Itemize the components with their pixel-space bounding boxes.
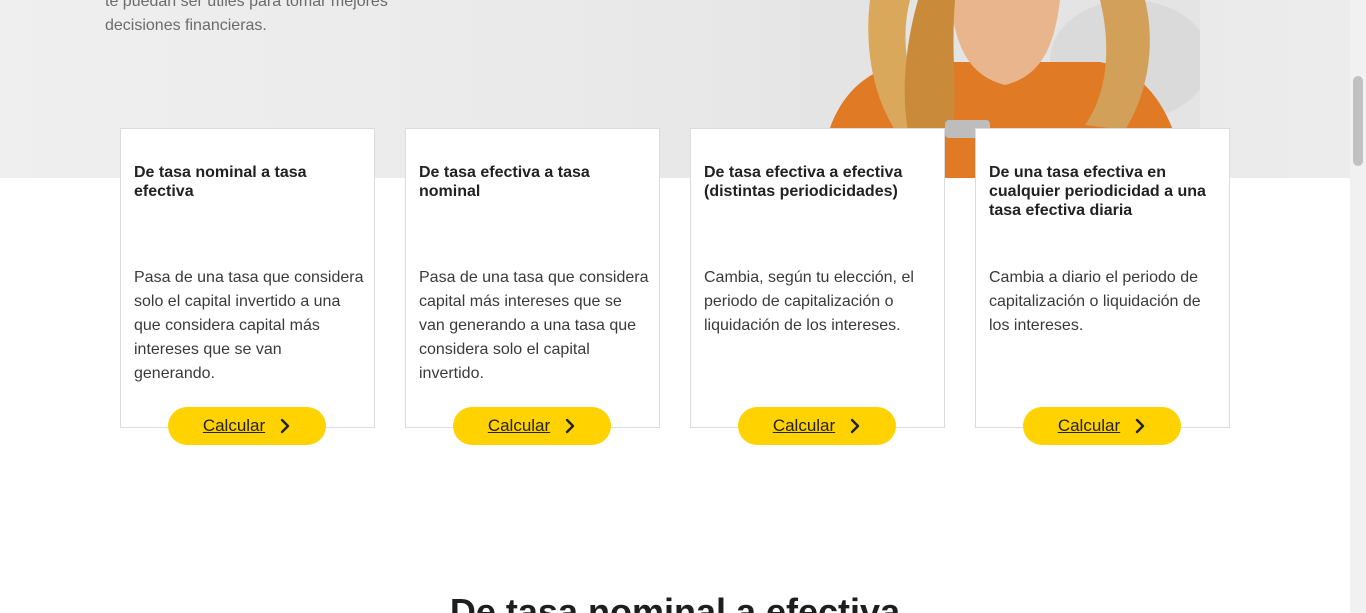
scrollbar-thumb[interactable] — [1353, 76, 1363, 166]
card-effective-to-effective: De tasa efectiva a efectiva (distintas p… — [690, 128, 945, 428]
chevron-right-icon — [850, 418, 860, 434]
card-nominal-to-effective: De tasa nominal a tasa efectiva Pasa de … — [120, 128, 375, 428]
calculate-button-label: Calcular — [1057, 416, 1121, 435]
page-scrollbar[interactable] — [1350, 0, 1366, 613]
card-effective-to-nominal: De tasa efectiva a tasa nominal Pasa de … — [405, 128, 660, 428]
chevron-right-icon — [1135, 418, 1145, 434]
calculator-cards: De tasa nominal a tasa efectiva Pasa de … — [120, 128, 1230, 448]
chevron-right-icon — [280, 418, 290, 434]
section-title: De tasa nominal a efectiva — [449, 591, 901, 613]
card-title: De tasa efectiva a efectiva (distintas p… — [704, 164, 903, 200]
calculate-button[interactable]: Calcular — [168, 407, 326, 445]
card-description: Cambia a diario el periodo de capitaliza… — [989, 269, 1201, 334]
calculate-button-label: Calcular — [772, 416, 836, 435]
card-effective-to-daily: De una tasa efectiva en cualquier period… — [975, 128, 1230, 428]
calculate-button-label: Calcular — [202, 416, 266, 435]
card-description: Pasa de una tasa que considera solo el c… — [134, 269, 364, 382]
card-title: De una tasa efectiva en cualquier period… — [989, 164, 1206, 219]
card-title: De tasa efectiva a tasa nominal — [419, 164, 590, 200]
card-title: De tasa nominal a tasa efectiva — [134, 164, 307, 200]
chevron-right-icon — [565, 418, 575, 434]
card-description: Pasa de una tasa que considera capital m… — [419, 269, 649, 382]
calculate-button[interactable]: Calcular — [1023, 407, 1181, 445]
calculate-button-label: Calcular — [487, 416, 551, 435]
calculate-button[interactable]: Calcular — [738, 407, 896, 445]
calculate-button[interactable]: Calcular — [453, 407, 611, 445]
card-description: Cambia, según tu elección, el periodo de… — [704, 269, 914, 334]
hero-text: te puedan ser útiles para tomar mejores … — [105, 0, 388, 34]
